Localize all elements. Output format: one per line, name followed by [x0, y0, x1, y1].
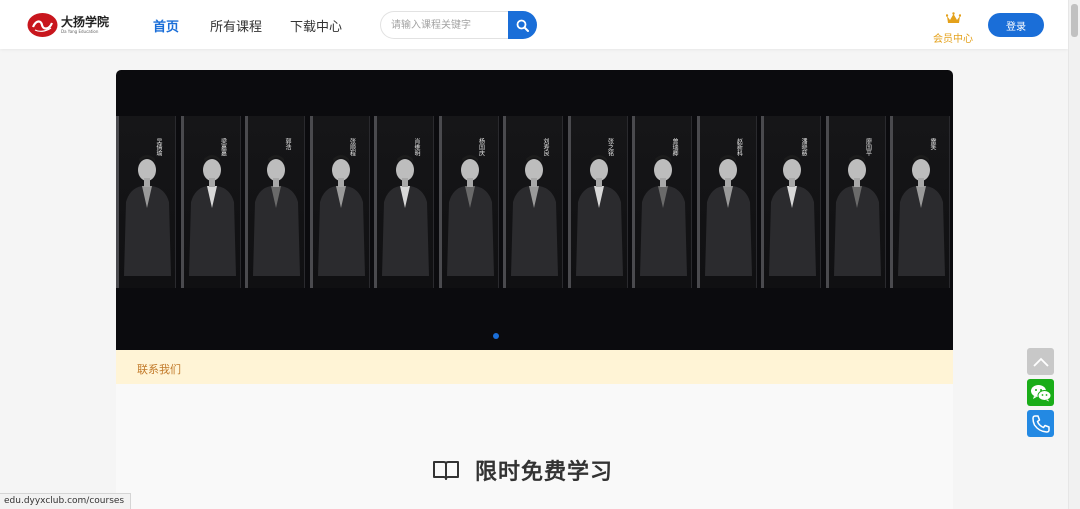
instructor-photo — [640, 155, 687, 276]
phone-icon — [1031, 414, 1050, 433]
instructor-portrait: 梁嘉嘉 — [180, 116, 241, 288]
main-content: 限时免费学习 — [116, 384, 953, 509]
instructor-name: 吴倩瑜 — [155, 138, 162, 156]
instructor-photo — [317, 155, 365, 276]
instructor-name: 梁嘉嘉 — [219, 138, 227, 156]
instructor-name: 肖维明 — [413, 138, 420, 156]
status-bar-url: edu.dyyxclub.com/courses — [0, 493, 132, 509]
instructor-photo — [253, 155, 300, 276]
instructor-photo — [898, 155, 945, 276]
carousel-indicator-dot[interactable] — [493, 333, 499, 339]
instructor-photo — [446, 155, 494, 276]
instructor-portrait: 杨国庆 — [438, 116, 499, 288]
instructor-name: 张顺程 — [348, 138, 356, 156]
instructor-name: 潘晓慈 — [800, 138, 807, 156]
nav-home[interactable]: 首页 — [153, 16, 179, 35]
scrollbar-thumb[interactable] — [1071, 4, 1078, 37]
login-button[interactable]: 登录 — [988, 13, 1044, 37]
instructor-name: 赵新科 — [735, 138, 743, 156]
contact-us-link[interactable]: 联系我们 — [137, 361, 181, 377]
instructor-photo — [382, 155, 429, 276]
nav-download-center[interactable]: 下载中心 — [290, 16, 342, 35]
book-icon — [433, 461, 459, 480]
phone-button[interactable] — [1027, 410, 1054, 437]
search-input[interactable] — [380, 11, 508, 39]
instructor-portrait: 曾瑞卿 — [632, 116, 692, 288]
instructor-portrait: 张顺程 — [309, 116, 370, 288]
instructor-photo — [511, 155, 558, 276]
instructor-portrait: 潘晓慈 — [761, 116, 821, 288]
instructor-portrait: 雷笑 — [890, 116, 950, 288]
hero-banner[interactable]: 吴倩瑜 梁嘉嘉 郭浩 张顺程 肖维明 杨国庆 刘寿良 张之铭 曾瑞卿 赵新科 潘晓慈 廖国平 雷笑 — [116, 70, 953, 350]
instructor-portrait: 刘寿良 — [503, 116, 563, 288]
instructor-name: 郭浩 — [284, 138, 291, 150]
instructor-portrait: 赵新科 — [696, 116, 757, 288]
search-icon — [516, 19, 529, 32]
instructor-photo — [188, 155, 236, 276]
section-title-text: 限时免费学习 — [475, 460, 614, 485]
page-scrollbar[interactable] — [1068, 0, 1080, 509]
wechat-button[interactable] — [1027, 379, 1054, 406]
instructor-portrait: 廖国平 — [825, 116, 886, 288]
instructor-gallery: 吴倩瑜 梁嘉嘉 郭浩 张顺程 肖维明 杨国庆 刘寿良 张之铭 曾瑞卿 赵新科 潘晓慈 廖国平 雷笑 — [116, 116, 953, 288]
search-button[interactable] — [508, 11, 537, 39]
contact-bar: 联系我们 — [116, 350, 953, 384]
instructor-name: 廖国平 — [864, 138, 872, 156]
instructor-portrait: 肖维明 — [374, 116, 434, 288]
logo-title: 大扬学院 — [61, 14, 110, 29]
section-title: 限时免费学习 — [432, 454, 613, 486]
instructor-name: 杨国庆 — [477, 138, 485, 156]
nav-all-courses[interactable]: 所有课程 — [210, 16, 262, 35]
logo-text: 大扬学院 Da Yang Education — [61, 14, 110, 35]
instructor-name: 雷笑 — [929, 138, 936, 150]
wechat-icon — [1030, 384, 1051, 401]
instructor-photo — [704, 155, 752, 276]
instructor-photo — [769, 155, 816, 276]
instructor-portrait: 张之铭 — [567, 116, 628, 288]
back-to-top-icon — [1032, 357, 1049, 367]
instructor-photo — [124, 155, 171, 276]
instructor-name: 曾瑞卿 — [671, 138, 678, 156]
instructor-portrait: 郭浩 — [245, 116, 305, 288]
instructor-name: 张之铭 — [606, 138, 614, 156]
instructor-name: 刘寿良 — [542, 138, 549, 156]
crown-icon — [945, 12, 961, 23]
instructor-portrait: 吴倩瑜 — [116, 116, 176, 288]
instructor-photo — [833, 155, 881, 276]
instructor-photo — [575, 155, 623, 276]
top-header: 大扬学院 Da Yang Education 首页 所有课程 下载中心 会员中心… — [0, 0, 1068, 49]
back-to-top-button[interactable] — [1027, 348, 1054, 375]
vip-center-link[interactable]: 会员中心 — [931, 10, 975, 45]
logo-mark-icon — [27, 13, 58, 37]
search-box — [380, 11, 537, 39]
site-logo[interactable]: 大扬学院 Da Yang Education — [27, 11, 117, 39]
logo-subtitle: Da Yang Education — [61, 28, 99, 34]
vip-center-label: 会员中心 — [933, 34, 973, 45]
